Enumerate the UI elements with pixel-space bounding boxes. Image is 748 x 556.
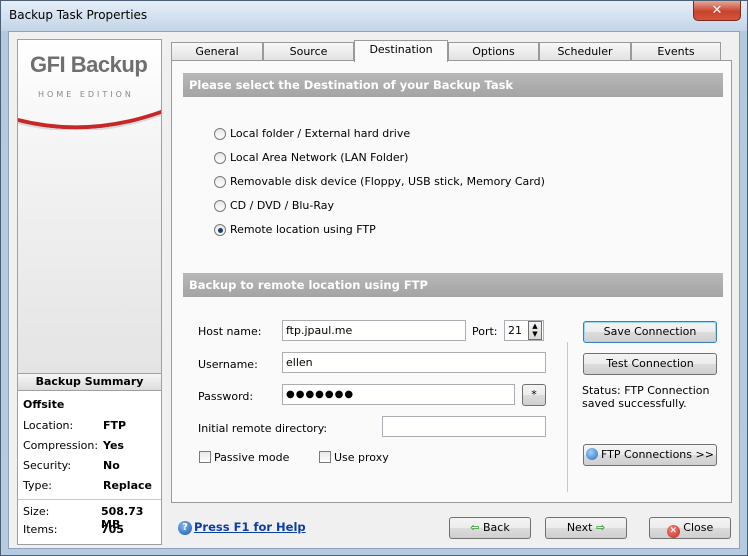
destination-tab-panel: Please select the Destination of your Ba… (171, 60, 732, 503)
radio-cd-dvd[interactable] (214, 200, 226, 212)
username-input[interactable]: ellen (282, 352, 546, 373)
ftp-divider (567, 342, 568, 492)
help-icon[interactable]: ? (178, 521, 192, 535)
window-close-button[interactable]: ✕ (693, 1, 741, 21)
radio-label: Local folder / External hard drive (230, 127, 411, 140)
host-name-input[interactable]: ftp.jpaul.me (282, 320, 466, 341)
radio-lan-folder[interactable] (214, 152, 226, 164)
password-label: Password: (198, 390, 254, 403)
ftp-globe-icon (586, 448, 599, 460)
summary-value: Yes (103, 439, 124, 452)
title-bar[interactable]: Backup Task Properties ✕ (1, 1, 747, 31)
status-line-1: Status: FTP Connection (582, 384, 710, 397)
ftp-connections-label: FTP Connections >> (601, 448, 714, 461)
use-proxy-checkbox[interactable] (319, 451, 331, 463)
tab-scheduler[interactable]: Scheduler (539, 42, 631, 61)
password-input[interactable]: ●●●●●●● (282, 384, 515, 405)
logo-brand-gfi: GFI (30, 52, 66, 77)
radio-local-folder[interactable] (214, 128, 226, 140)
radio-label: Removable disk device (Floppy, USB stick… (230, 175, 545, 188)
radio-label: CD / DVD / Blu-Ray (230, 199, 335, 212)
close-icon: ✕ (711, 3, 723, 18)
close-button[interactable]: ✕ Close (649, 517, 731, 539)
next-button-label: Next (566, 521, 593, 534)
backup-task-properties-window: Backup Task Properties ✕ GFI Backup HOME… (0, 0, 748, 556)
tab-source[interactable]: Source (263, 42, 354, 61)
summary-label: Type: (23, 479, 52, 492)
help-link[interactable]: Press F1 for Help (194, 520, 306, 534)
left-panel: GFI Backup HOME EDITION Backup Summary O… (17, 39, 162, 545)
summary-label: Security: (23, 459, 72, 472)
radio-label: Local Area Network (LAN Folder) (230, 151, 409, 164)
summary-row-security: Security: No (23, 459, 161, 472)
summary-value: Replace (103, 479, 152, 492)
initial-remote-directory-label: Initial remote directory: (198, 422, 328, 435)
close-button-label: Close (683, 521, 714, 534)
logo-swoosh-icon (18, 110, 161, 130)
summary-row-items: Items: 705 (23, 523, 161, 536)
dialog-client-area: GFI Backup HOME EDITION Backup Summary O… (8, 31, 740, 549)
ftp-section-header: Backup to remote location using FTP (183, 273, 723, 297)
summary-value: 705 (101, 523, 124, 536)
status-line-2: saved successfully. (582, 397, 687, 410)
backup-summary-header: Backup Summary (18, 373, 161, 391)
back-button-label: Back (483, 521, 510, 534)
summary-label: Size: (23, 505, 50, 518)
next-button[interactable]: Next ⇨ (545, 517, 627, 539)
port-label: Port: (472, 325, 498, 338)
tab-strip: General Source Destination Options Sched… (171, 40, 731, 62)
radio-label: Remote location using FTP (230, 223, 376, 236)
destination-section-header: Please select the Destination of your Ba… (183, 73, 723, 97)
summary-label: Items: (23, 523, 58, 536)
back-arrow-icon: ⇦ (470, 521, 480, 534)
host-name-label: Host name: (198, 325, 262, 338)
passive-mode-checkbox[interactable] (199, 451, 211, 463)
use-proxy-label: Use proxy (334, 451, 389, 464)
summary-divider (18, 499, 161, 500)
backup-summary: Offsite Location: FTP Compression: Yes S… (18, 391, 161, 544)
summary-label: Compression: (23, 439, 99, 452)
next-arrow-icon: ⇨ (595, 521, 606, 534)
tab-general[interactable]: General (171, 42, 263, 61)
port-value: 21 (508, 324, 522, 337)
port-spinner[interactable]: ▲ ▼ (528, 321, 542, 340)
logo-brand-backup: Backup (70, 52, 148, 77)
gfi-backup-logo: GFI Backup (30, 52, 148, 78)
summary-task-name: Offsite (23, 398, 65, 411)
ftp-connections-button[interactable]: FTP Connections >> (583, 444, 717, 466)
spinner-up-icon: ▲ (532, 322, 538, 330)
initial-remote-directory-input[interactable] (382, 416, 546, 437)
logo-edition: HOME EDITION (38, 90, 134, 99)
summary-value: No (103, 459, 120, 472)
test-connection-button[interactable]: Test Connection (583, 353, 717, 375)
summary-row-compression: Compression: Yes (23, 439, 161, 452)
back-button[interactable]: ⇦ Back (449, 517, 531, 539)
radio-removable-disk[interactable] (214, 176, 226, 188)
save-connection-button[interactable]: Save Connection (583, 321, 717, 343)
spinner-down-icon: ▼ (532, 330, 538, 338)
summary-row-type: Type: Replace (23, 479, 161, 492)
show-password-button[interactable]: * (522, 384, 546, 406)
window-title: Backup Task Properties (9, 8, 148, 22)
summary-row-size: Size: 508.73 MB (23, 505, 161, 531)
tab-events[interactable]: Events (631, 42, 721, 61)
summary-value: FTP (103, 419, 127, 432)
summary-row-location: Location: FTP (23, 419, 161, 432)
username-label: Username: (198, 358, 258, 371)
tab-options[interactable]: Options (448, 42, 539, 61)
connection-status: Status: FTP Connection saved successfull… (582, 384, 709, 410)
passive-mode-label: Passive mode (214, 451, 290, 464)
logo-area: GFI Backup HOME EDITION (18, 40, 161, 373)
tab-destination[interactable]: Destination (354, 40, 448, 62)
radio-remote-ftp[interactable] (214, 224, 226, 236)
close-circle-icon: ✕ (666, 525, 680, 538)
summary-label: Location: (23, 419, 74, 432)
